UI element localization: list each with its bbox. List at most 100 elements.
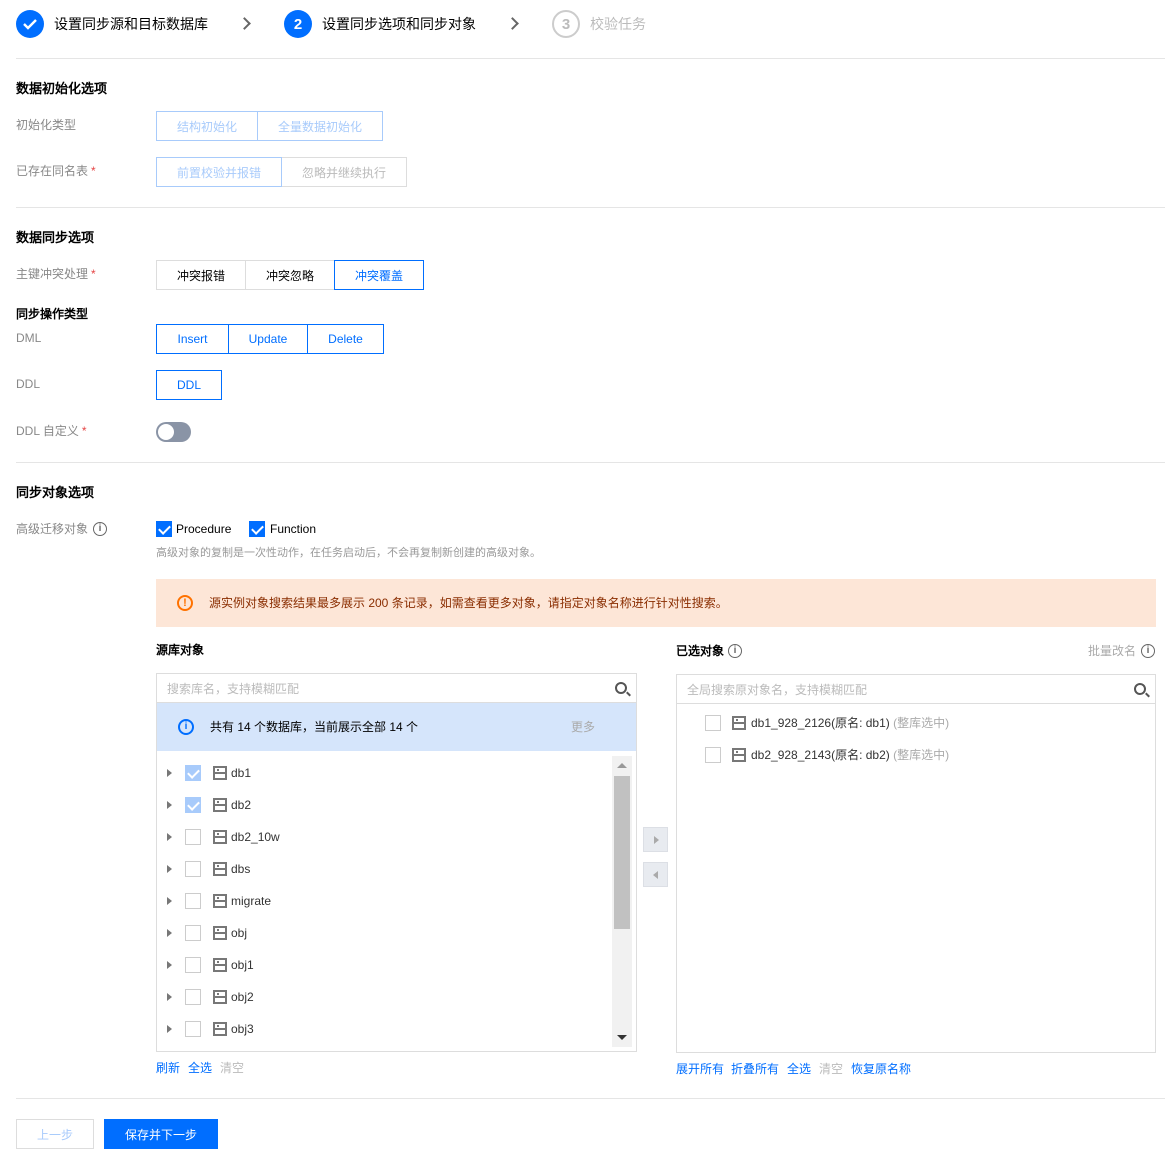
- expand-arrow-icon[interactable]: [167, 897, 172, 905]
- expand-arrow-icon[interactable]: [167, 1025, 172, 1033]
- warning-banner: ! 源实例对象搜索结果最多展示 200 条记录，如需查看更多对象，请指定对象名称…: [156, 579, 1156, 627]
- init-type-structure[interactable]: 结构初始化: [156, 111, 258, 141]
- source-tree-item[interactable]: obj2: [157, 985, 607, 1009]
- selected-item[interactable]: db1_928_2126(原名: db1) (整库选中): [677, 715, 1147, 739]
- item-checkbox[interactable]: [705, 747, 721, 763]
- expand-arrow-icon[interactable]: [167, 961, 172, 969]
- item-label: db1_928_2126(原名: db1) (整库选中): [751, 716, 950, 730]
- init-type-full-data[interactable]: 全量数据初始化: [257, 111, 383, 141]
- select-all-link[interactable]: 全选: [188, 1060, 212, 1076]
- source-tree-item[interactable]: db2_10w: [157, 825, 607, 849]
- ddl-options: DDL: [156, 370, 222, 400]
- item-label: migrate: [231, 894, 272, 908]
- step-3-label: 校验任务: [590, 16, 646, 32]
- expand-arrow-icon[interactable]: [167, 865, 172, 873]
- chevron-right-icon: [506, 17, 519, 30]
- source-search-input[interactable]: 搜索库名，支持模糊匹配: [157, 674, 636, 703]
- conflict-segmented: 冲突报错 冲突忽略 冲突覆盖: [156, 260, 424, 290]
- conflict-ignore[interactable]: 冲突忽略: [245, 260, 335, 290]
- source-tree-item[interactable]: dbs: [157, 857, 607, 881]
- more-link[interactable]: 更多: [571, 719, 595, 735]
- divider: [16, 1098, 1165, 1099]
- batch-rename-link[interactable]: 批量改名: [1088, 643, 1136, 659]
- item-label: db1: [231, 766, 252, 780]
- conflict-overwrite[interactable]: 冲突覆盖: [334, 260, 424, 290]
- item-label: obj1: [231, 958, 254, 972]
- source-tree-item[interactable]: db1: [157, 761, 607, 785]
- conflict-label: 主键冲突处理 *: [16, 267, 96, 281]
- database-icon: [213, 862, 227, 876]
- dml-insert[interactable]: Insert: [156, 324, 229, 354]
- existing-table-ignore[interactable]: 忽略并继续执行: [281, 157, 407, 187]
- save-next-button[interactable]: 保存并下一步: [104, 1119, 218, 1149]
- source-tree-item[interactable]: obj: [157, 921, 607, 945]
- item-checkbox[interactable]: [185, 925, 201, 941]
- selected-link-1[interactable]: 折叠所有: [731, 1061, 779, 1077]
- procedure-checkbox[interactable]: [156, 521, 172, 537]
- refresh-link[interactable]: 刷新: [156, 1060, 180, 1076]
- selected-link-2[interactable]: 全选: [787, 1061, 811, 1077]
- database-icon: [213, 958, 227, 972]
- warning-text: 源实例对象搜索结果最多展示 200 条记录，如需查看更多对象，请指定对象名称进行…: [209, 596, 728, 610]
- selected-search-input[interactable]: 全局搜索原对象名，支持模糊匹配: [677, 675, 1155, 704]
- item-checkbox[interactable]: [185, 957, 201, 973]
- dml-label: DML: [16, 331, 42, 345]
- selected-panel-title: 已选对象: [676, 644, 725, 658]
- search-icon[interactable]: [615, 682, 627, 694]
- item-note: (整库选中): [893, 748, 950, 762]
- source-tree-item[interactable]: db2: [157, 793, 607, 817]
- dml-update[interactable]: Update: [228, 324, 308, 354]
- selected-panel: 全局搜索原对象名，支持模糊匹配 db1_928_2126(原名: db1) (整…: [676, 674, 1156, 1053]
- item-note: (整库选中): [893, 716, 950, 730]
- item-checkbox[interactable]: [185, 797, 201, 813]
- dml-delete[interactable]: Delete: [307, 324, 384, 354]
- selected-link-3[interactable]: 清空: [819, 1061, 843, 1077]
- advanced-label: 高级迁移对象: [16, 522, 89, 536]
- source-search-placeholder: 搜索库名，支持模糊匹配: [167, 682, 300, 696]
- move-left-button[interactable]: [643, 862, 668, 887]
- init-type-label: 初始化类型: [16, 118, 77, 132]
- clear-link[interactable]: 清空: [220, 1060, 244, 1076]
- function-checkbox[interactable]: [249, 521, 265, 537]
- item-checkbox[interactable]: [185, 765, 201, 781]
- expand-arrow-icon[interactable]: [167, 929, 172, 937]
- search-icon[interactable]: [1134, 683, 1146, 695]
- prev-button[interactable]: 上一步: [16, 1119, 94, 1149]
- source-info-text: 共有 14 个数据库，当前展示全部 14 个: [210, 720, 419, 734]
- ddl-option[interactable]: DDL: [156, 370, 222, 400]
- expand-arrow-icon[interactable]: [167, 769, 172, 777]
- scrollbar[interactable]: [612, 756, 632, 1047]
- item-label: obj3: [231, 1022, 254, 1036]
- procedure-label: Procedure: [176, 522, 232, 536]
- expand-arrow-icon[interactable]: [167, 833, 172, 841]
- source-tree-item[interactable]: migrate: [157, 889, 607, 913]
- selected-link-0[interactable]: 展开所有: [676, 1061, 724, 1077]
- item-checkbox[interactable]: [185, 829, 201, 845]
- section-title-init: 数据初始化选项: [16, 81, 108, 96]
- database-icon: [213, 1022, 227, 1036]
- scrollbar-thumb[interactable]: [614, 776, 630, 929]
- item-checkbox[interactable]: [185, 1021, 201, 1037]
- item-checkbox[interactable]: [185, 989, 201, 1005]
- expand-arrow-icon[interactable]: [167, 993, 172, 1001]
- info-icon[interactable]: i: [1141, 644, 1155, 658]
- info-icon[interactable]: i: [728, 644, 742, 658]
- item-checkbox[interactable]: [185, 861, 201, 877]
- source-panel-title: 源库对象: [156, 643, 205, 657]
- item-checkbox[interactable]: [705, 715, 721, 731]
- selected-item[interactable]: db2_928_2143(原名: db2) (整库选中): [677, 747, 1147, 771]
- conflict-error[interactable]: 冲突报错: [156, 260, 246, 290]
- database-icon: [732, 748, 746, 762]
- existing-table-precheck[interactable]: 前置校验并报错: [156, 157, 282, 187]
- step-2-number: 2: [284, 10, 312, 38]
- info-icon[interactable]: i: [93, 522, 107, 536]
- source-panel: 搜索库名，支持模糊匹配 i 共有 14 个数据库，当前展示全部 14 个 更多 …: [156, 673, 637, 1052]
- ddl-custom-toggle[interactable]: [156, 422, 191, 442]
- move-right-button[interactable]: [643, 827, 668, 852]
- source-tree-item[interactable]: obj1: [157, 953, 607, 977]
- source-tree-item[interactable]: obj3: [157, 1017, 607, 1041]
- expand-arrow-icon[interactable]: [167, 801, 172, 809]
- selected-link-4[interactable]: 恢复原名称: [851, 1061, 911, 1077]
- item-checkbox[interactable]: [185, 893, 201, 909]
- step-1-label[interactable]: 设置同步源和目标数据库: [54, 14, 208, 34]
